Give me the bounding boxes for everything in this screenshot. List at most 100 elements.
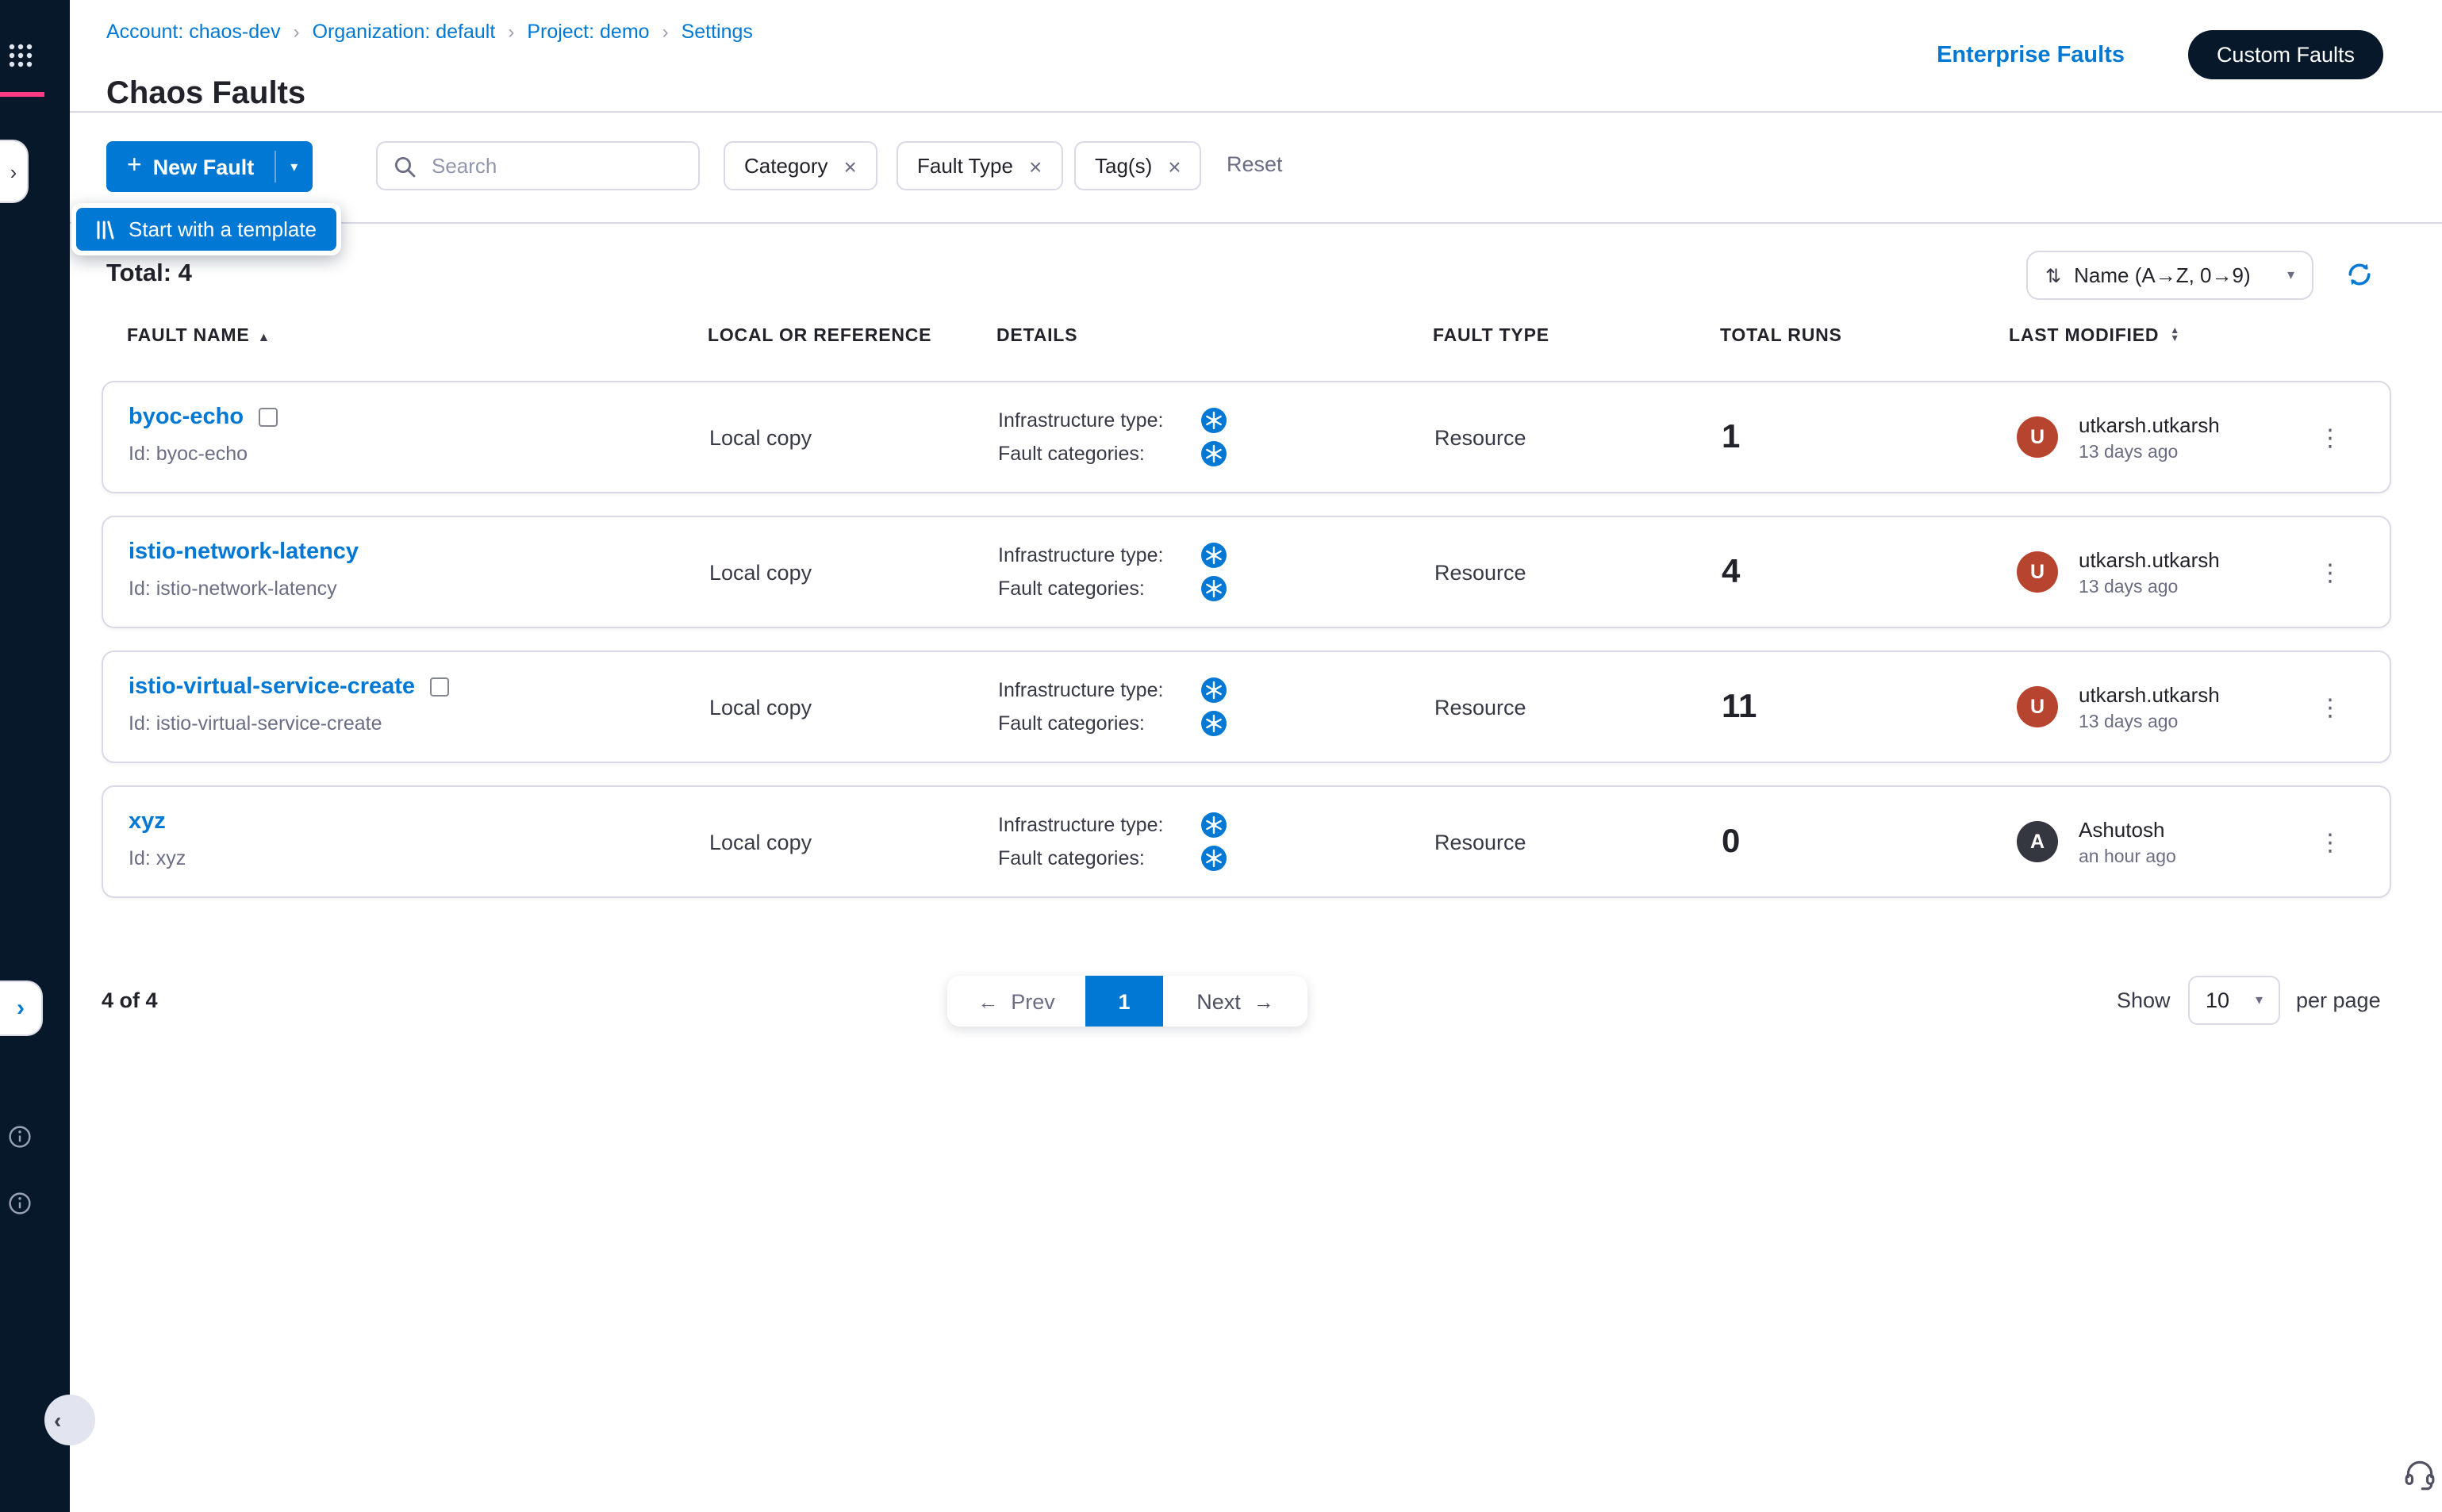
modified-info: utkarsh.utkarsh 13 days ago bbox=[2079, 682, 2220, 731]
refresh-button[interactable] bbox=[2345, 260, 2374, 289]
kubernetes-icon bbox=[1201, 542, 1227, 567]
fault-name-link[interactable]: xyz bbox=[129, 809, 166, 835]
breadcrumb-organization-link[interactable]: Organization: default bbox=[313, 21, 496, 43]
table-row: xyz Id: xyz Local copy Infrastructure ty… bbox=[102, 785, 2391, 898]
new-fault-dropdown-toggle[interactable]: ▾ bbox=[276, 141, 312, 192]
template-icon bbox=[95, 220, 114, 239]
active-module-indicator bbox=[0, 92, 44, 97]
app-launcher-button[interactable] bbox=[3, 38, 38, 73]
column-label: LOCAL OR REFERENCE bbox=[708, 327, 931, 346]
avatar: A bbox=[2017, 821, 2058, 862]
chevron-right-icon: › bbox=[17, 995, 25, 1022]
sidebar-expand-button[interactable]: › bbox=[0, 140, 29, 203]
column-details: DETAILS bbox=[996, 327, 1077, 346]
row-menu-button[interactable]: ⋮ bbox=[2318, 693, 2342, 721]
fault-categories-label: Fault categories: bbox=[998, 577, 1145, 599]
chevron-right-icon: › bbox=[508, 21, 514, 43]
avatar: U bbox=[2017, 416, 2058, 458]
fault-id: Id: istio-virtual-service-create bbox=[129, 712, 448, 735]
column-last-modified[interactable]: LAST MODIFIED ▲▼ bbox=[2009, 327, 2180, 346]
infrastructure-type-label: Infrastructure type: bbox=[998, 409, 1163, 431]
next-label: Next bbox=[1196, 989, 1241, 1013]
row-menu-button[interactable]: ⋮ bbox=[2318, 827, 2342, 856]
table-row: byoc-echo Id: byoc-echo Local copy Infra… bbox=[102, 381, 2391, 493]
column-local-or-reference: LOCAL OR REFERENCE bbox=[708, 327, 931, 346]
modified-time: an hour ago bbox=[2079, 847, 2176, 866]
avatar: U bbox=[2017, 551, 2058, 593]
enterprise-faults-link[interactable]: Enterprise Faults bbox=[1937, 43, 2125, 68]
local-or-reference-value: Local copy bbox=[709, 425, 812, 449]
prev-page-button[interactable]: ← Prev bbox=[947, 976, 1085, 1027]
fault-name-cell: istio-virtual-service-create Id: istio-v… bbox=[129, 674, 448, 735]
infrastructure-type-label: Infrastructure type: bbox=[998, 813, 1163, 835]
chevron-right-icon: › bbox=[10, 159, 17, 183]
last-modified-cell: U utkarsh.utkarsh 13 days ago bbox=[2017, 682, 2220, 731]
local-or-reference-value: Local copy bbox=[709, 560, 812, 584]
new-fault-button[interactable]: + New Fault bbox=[106, 141, 275, 192]
support-button[interactable] bbox=[2402, 1456, 2437, 1491]
sort-ascending-icon: ▲ bbox=[258, 329, 271, 343]
fault-id: Id: istio-network-latency bbox=[129, 578, 359, 600]
sidebar-expand-button-lower[interactable]: › bbox=[0, 980, 43, 1036]
search-input[interactable] bbox=[428, 152, 682, 179]
modified-info: utkarsh.utkarsh 13 days ago bbox=[2079, 547, 2220, 597]
arrow-left-icon: ← bbox=[977, 989, 998, 1013]
last-modified-cell: A Ashutosh an hour ago bbox=[2017, 817, 2176, 866]
row-menu-button[interactable]: ⋮ bbox=[2318, 423, 2342, 451]
fault-name-link[interactable]: istio-network-latency bbox=[129, 539, 359, 565]
table-row: istio-network-latency Id: istio-network-… bbox=[102, 516, 2391, 628]
next-page-button[interactable]: Next → bbox=[1163, 976, 1307, 1027]
fault-name-link[interactable]: istio-virtual-service-create bbox=[129, 674, 415, 700]
fault-id: Id: xyz bbox=[129, 847, 186, 869]
kubernetes-icon bbox=[1201, 440, 1227, 466]
reset-filters-link[interactable]: Reset bbox=[1227, 152, 1283, 176]
per-page-select[interactable]: 10 ▾ bbox=[2188, 976, 2280, 1025]
row-menu-button[interactable]: ⋮ bbox=[2318, 558, 2342, 586]
breadcrumb-account-link[interactable]: Account: chaos-dev bbox=[106, 21, 281, 43]
total-runs-value: 1 bbox=[1722, 418, 1740, 456]
custom-faults-button[interactable]: Custom Faults bbox=[2188, 30, 2383, 79]
info-icon bbox=[7, 1124, 31, 1148]
kubernetes-icon bbox=[1201, 575, 1227, 601]
total-count-label: Total: 4 bbox=[106, 260, 192, 289]
prev-label: Prev bbox=[1011, 989, 1055, 1013]
breadcrumb-project-link[interactable]: Project: demo bbox=[527, 21, 649, 43]
info-icon bbox=[7, 1191, 31, 1215]
help-button[interactable] bbox=[6, 1123, 32, 1149]
page-1-button[interactable]: 1 bbox=[1085, 976, 1163, 1027]
fault-type-value: Resource bbox=[1434, 695, 1526, 719]
last-modified-cell: U utkarsh.utkarsh 13 days ago bbox=[2017, 547, 2220, 597]
filter-tags[interactable]: Tag(s) × bbox=[1074, 141, 1202, 190]
arrow-right-icon: → bbox=[1254, 989, 1274, 1013]
new-fault-label: New Fault bbox=[153, 155, 255, 178]
menu-item-label: Start with a template bbox=[129, 217, 317, 241]
last-modified-cell: U utkarsh.utkarsh 13 days ago bbox=[2017, 413, 2220, 462]
total-runs-value: 4 bbox=[1722, 553, 1740, 591]
column-label: FAULT TYPE bbox=[1433, 327, 1549, 346]
close-icon[interactable]: × bbox=[1168, 155, 1181, 177]
close-icon[interactable]: × bbox=[844, 155, 857, 177]
filter-category[interactable]: Category × bbox=[724, 141, 877, 190]
fault-id: Id: byoc-echo bbox=[129, 443, 277, 465]
filter-fault-type[interactable]: Fault Type × bbox=[897, 141, 1062, 190]
sort-arrows-icon: ⇅ bbox=[2045, 264, 2061, 286]
breadcrumb: Account: chaos-dev › Organization: defau… bbox=[106, 21, 753, 43]
avatar: U bbox=[2017, 686, 2058, 727]
start-with-template-menu-item[interactable]: Start with a template bbox=[76, 208, 336, 251]
fault-name-link[interactable]: byoc-echo bbox=[129, 405, 244, 430]
close-icon[interactable]: × bbox=[1029, 155, 1042, 177]
kubernetes-icon bbox=[1201, 677, 1227, 702]
per-page-value: 10 bbox=[2206, 988, 2229, 1012]
about-button[interactable] bbox=[6, 1190, 32, 1215]
column-fault-name[interactable]: FAULT NAME ▲ bbox=[127, 327, 271, 346]
sidebar-collapse-handle[interactable]: ‹ bbox=[44, 1395, 95, 1445]
sort-dropdown[interactable]: ⇅ Name (A→Z, 0→9) ▾ bbox=[2026, 251, 2313, 300]
experiment-badge-icon bbox=[429, 677, 448, 697]
nav-sidebar: › › bbox=[0, 0, 70, 1512]
breadcrumb-settings-link[interactable]: Settings bbox=[682, 21, 753, 43]
search-icon bbox=[394, 155, 416, 177]
chevron-right-icon: › bbox=[662, 21, 669, 43]
column-fault-type: FAULT TYPE bbox=[1433, 327, 1549, 346]
search-box bbox=[376, 141, 700, 190]
chaos-faults-page: › › ‹ Account: chaos-dev › Organization:… bbox=[0, 0, 2442, 1512]
